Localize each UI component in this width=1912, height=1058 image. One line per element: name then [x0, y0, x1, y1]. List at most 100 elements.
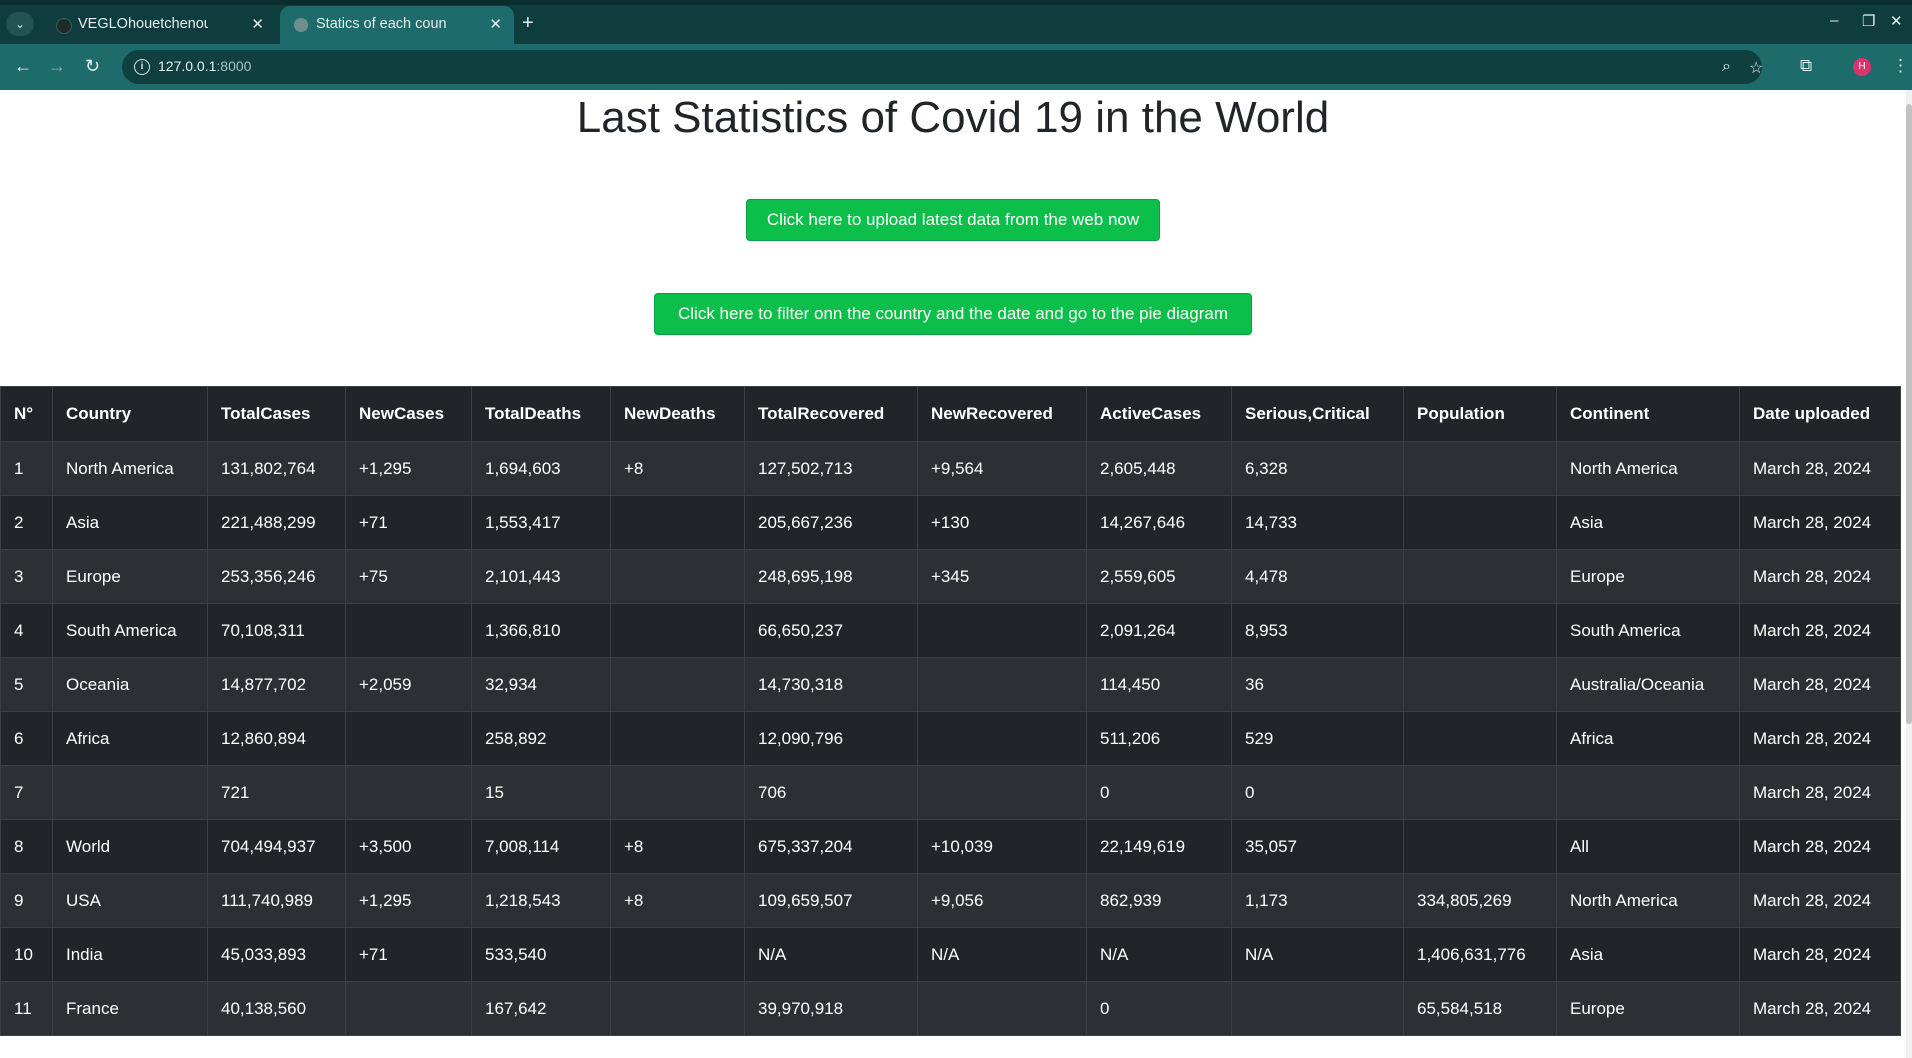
- minimize-icon[interactable]: –: [1830, 12, 1838, 29]
- table-cell: 109,659,507: [744, 873, 918, 928]
- upload-data-button[interactable]: Click here to upload latest data from th…: [746, 199, 1160, 241]
- table-cell: [1403, 441, 1557, 496]
- table-cell: +75: [345, 549, 472, 604]
- github-favicon-icon: [56, 18, 72, 34]
- table-cell: 862,939: [1086, 873, 1232, 928]
- table-cell: 2,559,605: [1086, 549, 1232, 604]
- table-cell: +345: [917, 549, 1087, 604]
- site-info-icon[interactable]: i: [134, 59, 150, 75]
- window-close-icon[interactable]: ✕: [1890, 12, 1903, 30]
- table-header-row: N° Country TotalCases NewCases TotalDeat…: [0, 386, 1901, 442]
- col-header: NewRecovered: [917, 386, 1087, 442]
- table-cell: [1231, 981, 1404, 1036]
- table-cell: [1403, 819, 1557, 874]
- table-cell: 15: [471, 765, 611, 820]
- tab-inactive[interactable]: VEGLOhouetchenouGAB ✕: [42, 6, 276, 44]
- table-cell: Europe: [52, 549, 208, 604]
- table-row: 7 721 15 706 0 0 March 28, 2024: [0, 765, 1901, 820]
- table-cell: +8: [610, 441, 745, 496]
- covid-stats-table: N° Country TotalCases NewCases TotalDeat…: [0, 386, 1901, 1036]
- address-bar[interactable]: i 127.0.0.1:8000 ⌕ ☆: [122, 50, 1763, 84]
- table-cell: 32,934: [471, 657, 611, 712]
- table-body: 1 North America 131,802,764 +1,295 1,694,603…: [0, 441, 1901, 1036]
- table-cell: 511,206: [1086, 711, 1232, 766]
- browser-toolbar: ← → ↻ i 127.0.0.1:8000 ⌕ ☆ ⧉ H ⋮: [0, 44, 1912, 90]
- table-cell: 9: [0, 873, 53, 928]
- table-cell: 0: [1231, 765, 1404, 820]
- page-title: Last Statistics of Covid 19 in the World: [576, 93, 1330, 142]
- scrollbar-thumb[interactable]: [1906, 104, 1912, 724]
- table-row: 1 North America 131,802,764 +1,295 1,694,603…: [0, 441, 1901, 496]
- tab-strip: ⌄ VEGLOhouetchenouGAB ✕ Statics of each …: [0, 0, 1912, 44]
- table-cell: +1,295: [345, 873, 472, 928]
- profile-avatar[interactable]: H: [1853, 58, 1871, 76]
- table-cell: March 28, 2024: [1739, 657, 1901, 712]
- table-cell: All: [1556, 819, 1740, 874]
- table-cell: March 28, 2024: [1739, 765, 1901, 820]
- forward-arrow-icon[interactable]: →: [48, 56, 66, 77]
- tab-active[interactable]: Statics of each country of ✕: [280, 6, 514, 44]
- table-cell: 0: [1086, 765, 1232, 820]
- table-cell: 14,267,646: [1086, 495, 1232, 550]
- table-cell: 35,057: [1231, 819, 1404, 874]
- back-arrow-icon[interactable]: ←: [14, 56, 32, 77]
- table-cell: [610, 549, 745, 604]
- table-cell: N/A: [744, 927, 918, 982]
- filter-pie-diagram-button[interactable]: Click here to filter onn the country and…: [654, 293, 1252, 335]
- table-cell: 45,033,893: [207, 927, 346, 982]
- table-cell: 2,101,443: [471, 549, 611, 604]
- col-header: TotalDeaths: [471, 386, 611, 442]
- table-cell: 205,667,236: [744, 495, 918, 550]
- col-header: NewDeaths: [610, 386, 745, 442]
- table-cell: March 28, 2024: [1739, 981, 1901, 1036]
- table-cell: Africa: [52, 711, 208, 766]
- menu-kebab-icon[interactable]: ⋮: [1892, 56, 1909, 76]
- table-cell: March 28, 2024: [1739, 549, 1901, 604]
- table-row: 2 Asia 221,488,299 +71 1,553,417 205,667,236 +…: [0, 495, 1901, 550]
- table-cell: 533,540: [471, 927, 611, 982]
- url-port: :8000: [216, 58, 252, 74]
- table-cell: 14,877,702: [207, 657, 346, 712]
- table-cell: Asia: [52, 495, 208, 550]
- table-cell: 1,553,417: [471, 495, 611, 550]
- table-cell: 1,366,810: [471, 603, 611, 658]
- table-cell: 4: [0, 603, 53, 658]
- table-cell: 22,149,619: [1086, 819, 1232, 874]
- page-scrollbar[interactable]: [1906, 90, 1912, 1058]
- table-cell: March 28, 2024: [1739, 927, 1901, 982]
- bookmark-star-icon[interactable]: ☆: [1749, 58, 1763, 78]
- table-cell: +10,039: [917, 819, 1087, 874]
- table-cell: [1403, 603, 1557, 658]
- table-cell: 36: [1231, 657, 1404, 712]
- col-header: ActiveCases: [1086, 386, 1232, 442]
- table-cell: [917, 657, 1087, 712]
- table-cell: March 28, 2024: [1739, 441, 1901, 496]
- col-header: TotalCases: [207, 386, 346, 442]
- tab-strip-edge: [0, 0, 1912, 5]
- new-tab-plus-icon[interactable]: +: [522, 12, 534, 35]
- table-cell: World: [52, 819, 208, 874]
- reload-icon[interactable]: ↻: [85, 56, 100, 77]
- table-cell: 7,008,114: [471, 819, 611, 874]
- table-cell: 8,953: [1231, 603, 1404, 658]
- table-cell: North America: [1556, 441, 1740, 496]
- table-cell: Asia: [1556, 927, 1740, 982]
- extensions-icon[interactable]: ⧉: [1800, 56, 1812, 76]
- table-cell: 529: [1231, 711, 1404, 766]
- url-host: 127.0.0.1: [158, 58, 217, 74]
- tab-search-button[interactable]: ⌄: [6, 12, 34, 36]
- table-cell: [610, 657, 745, 712]
- table-row: 9 USA 111,740,989 +1,295 1,218,543 +8 109,659,…: [0, 873, 1901, 928]
- table-cell: USA: [52, 873, 208, 928]
- url-text[interactable]: 127.0.0.1:8000: [158, 58, 251, 74]
- restore-icon[interactable]: ❐: [1862, 12, 1875, 30]
- tab-close-icon[interactable]: ✕: [489, 15, 502, 33]
- tab-close-icon[interactable]: ✕: [251, 15, 264, 33]
- col-header: Country: [52, 386, 208, 442]
- table-cell: 1: [0, 441, 53, 496]
- table-cell: 2: [0, 495, 53, 550]
- zoom-icon[interactable]: ⌕: [1722, 58, 1731, 76]
- page-content: Last Statistics of Covid 19 in the World…: [0, 90, 1906, 1058]
- table-cell: 1,694,603: [471, 441, 611, 496]
- table-cell: 167,642: [471, 981, 611, 1036]
